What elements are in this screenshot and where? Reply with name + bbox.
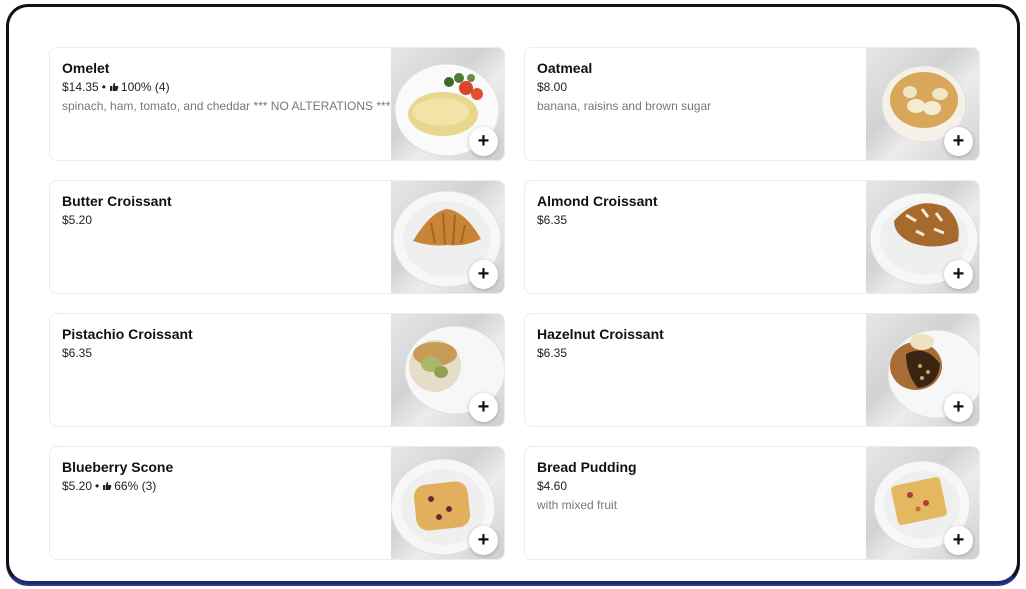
item-meta: $6.35 xyxy=(537,346,849,360)
plus-icon: + xyxy=(477,528,490,551)
plus-icon: + xyxy=(477,395,490,418)
item-meta: $6.35 xyxy=(62,346,374,360)
item-meta: $6.35 xyxy=(537,213,849,227)
menu-item-card[interactable]: Almond Croissant $6.35 + xyxy=(524,180,980,294)
item-description: spinach, ham, tomato, and cheddar *** NO… xyxy=(62,99,391,113)
item-description: banana, raisins and brown sugar xyxy=(537,99,712,113)
add-to-cart-button[interactable]: + xyxy=(469,127,498,156)
item-meta: $14.35 • 100% (4) xyxy=(62,80,374,94)
item-description: with mixed fruit xyxy=(537,498,618,512)
plus-icon: + xyxy=(952,395,965,418)
item-name: Blueberry Scone xyxy=(62,459,174,475)
item-name: Oatmeal xyxy=(537,60,593,76)
item-price: $5.20 xyxy=(62,213,93,227)
rating-separator: • xyxy=(95,479,100,493)
item-price: $4.60 xyxy=(537,479,568,493)
item-price: $6.35 xyxy=(537,346,568,360)
add-to-cart-button[interactable]: + xyxy=(944,127,973,156)
menu-item-card[interactable]: Pistachio Croissant $6.35 + xyxy=(49,313,505,427)
item-price: $8.00 xyxy=(537,80,568,94)
app-frame: Omelet $14.35 • 100% (4) spinach, ham, t… xyxy=(6,4,1020,584)
add-to-cart-button[interactable]: + xyxy=(944,526,973,555)
item-price: $6.35 xyxy=(62,346,93,360)
thumbs-up-icon xyxy=(103,482,112,490)
item-price: $6.35 xyxy=(537,213,568,227)
add-to-cart-button[interactable]: + xyxy=(469,393,498,422)
item-name: Almond Croissant xyxy=(537,193,658,209)
menu-item-card[interactable]: Hazelnut Croissant $6.35 + xyxy=(524,313,980,427)
rating-separator: • xyxy=(101,80,106,94)
item-meta: $5.20 xyxy=(62,213,374,227)
item-rating: 100% (4) xyxy=(120,80,170,94)
item-meta: $5.20 • 66% (3) xyxy=(62,479,374,493)
thumbs-up-icon xyxy=(109,83,119,91)
plus-icon: + xyxy=(952,528,965,551)
item-rating: 66% (3) xyxy=(114,479,157,493)
plus-icon: + xyxy=(952,129,965,152)
item-price: $14.35 xyxy=(62,80,99,94)
item-photo: + xyxy=(866,48,979,160)
item-photo: + xyxy=(391,181,504,293)
item-photo: + xyxy=(866,181,979,293)
item-photo: + xyxy=(391,314,504,426)
menu-grid: Omelet $14.35 • 100% (4) spinach, ham, t… xyxy=(49,47,980,560)
item-name: Omelet xyxy=(62,60,110,76)
add-to-cart-button[interactable]: + xyxy=(469,526,498,555)
item-name: Bread Pudding xyxy=(537,459,637,475)
plus-icon: + xyxy=(477,262,490,285)
item-name: Pistachio Croissant xyxy=(62,326,193,342)
menu-item-card[interactable]: Butter Croissant $5.20 + xyxy=(49,180,505,294)
menu-item-card[interactable]: Bread Pudding $4.60 with mixed fruit + xyxy=(524,446,980,560)
item-photo: + xyxy=(866,447,979,559)
menu-item-card[interactable]: Omelet $14.35 • 100% (4) spinach, ham, t… xyxy=(49,47,505,161)
item-name: Hazelnut Croissant xyxy=(537,326,664,342)
item-meta: $4.60 xyxy=(537,479,849,493)
item-name: Butter Croissant xyxy=(62,193,172,209)
item-photo: + xyxy=(866,314,979,426)
plus-icon: + xyxy=(952,262,965,285)
item-meta: $8.00 xyxy=(537,80,849,94)
menu-item-card[interactable]: Blueberry Scone $5.20 • 66% (3) + xyxy=(49,446,505,560)
menu-item-card[interactable]: Oatmeal $8.00 banana, raisins and brown … xyxy=(524,47,980,161)
plus-icon: + xyxy=(477,129,490,152)
item-photo: + xyxy=(391,447,504,559)
add-to-cart-button[interactable]: + xyxy=(944,260,973,289)
add-to-cart-button[interactable]: + xyxy=(944,393,973,422)
item-price: $5.20 xyxy=(62,479,93,493)
item-photo: + xyxy=(391,48,504,160)
add-to-cart-button[interactable]: + xyxy=(469,260,498,289)
